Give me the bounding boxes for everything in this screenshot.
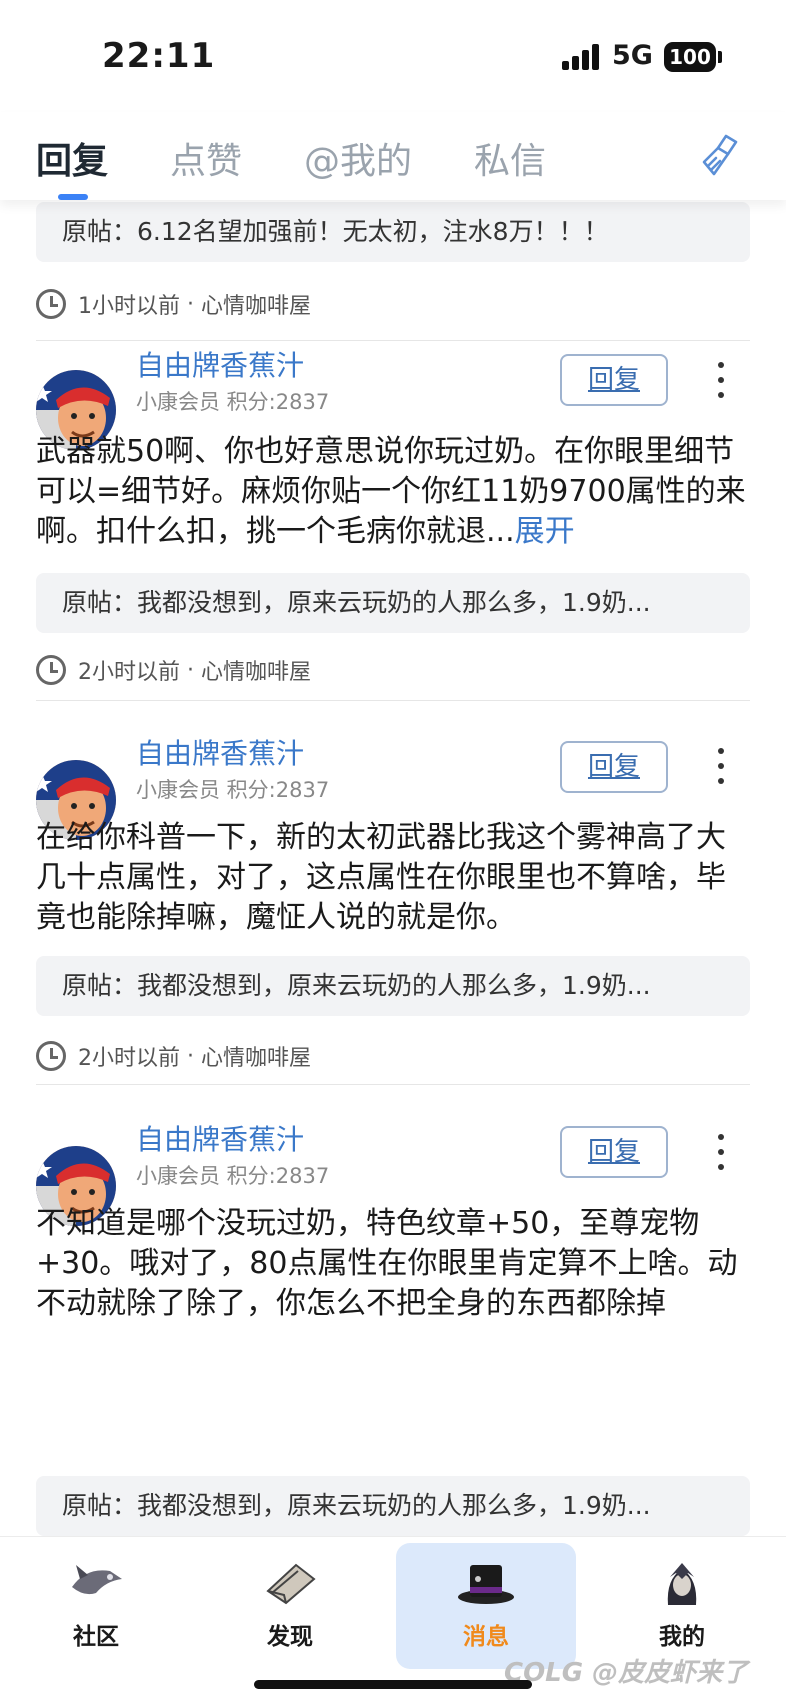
nav-community[interactable]: 社区 [6,1543,186,1669]
forum-name[interactable]: 心情咖啡屋 [201,1040,311,1072]
battery-icon: 100 [664,42,716,72]
profile-icon [667,1563,697,1605]
message-icon [458,1565,514,1604]
comment-text[interactable]: 不知道是哪个没玩过奶，特色纹章+50，至尊宠物+30。哦对了，80点属性在你眼里… [36,1204,750,1324]
forum-name[interactable]: 心情咖啡屋 [201,654,311,686]
expand-link[interactable]: 展开 [515,514,575,549]
reply-time: 2小时以前 [78,660,180,685]
network-type: 5G [612,40,653,71]
status-bar: 22:11 5G 100 [0,0,786,112]
forum-name[interactable]: 心情咖啡屋 [201,288,311,320]
tab-private-messages[interactable]: 私信 [474,132,546,184]
divider [36,340,750,341]
more-options-icon[interactable] [714,746,728,786]
reply-button[interactable]: 回复 [560,1126,668,1178]
nav-label: 发现 [267,1624,313,1650]
nav-messages[interactable]: 消息 [396,1543,576,1669]
meta-separator: · [180,291,201,317]
reply-meta: 2小时以前 · 心情咖啡屋 [36,650,311,690]
username-link[interactable]: 自由牌香蕉汁 [136,344,304,384]
tab-header: 回复 点赞 @我的 私信 [0,112,786,200]
home-indicator[interactable] [254,1680,532,1689]
meta-separator: · [180,657,201,683]
reply-feed[interactable]: 原帖：6.12名望加强前！无太初，注水8万！！！ 1小时以前 · 心情咖啡屋 自… [0,200,786,1536]
community-icon [72,1565,122,1595]
more-options-icon[interactable] [714,1132,728,1172]
tab-mentions[interactable]: @我的 [304,132,412,184]
clock-icon [36,655,66,685]
reply-time: 1小时以前 [78,294,180,319]
reply-button[interactable]: 回复 [560,741,668,793]
user-level: 小康会员 积分:2837 [136,1164,330,1188]
username-link[interactable]: 自由牌香蕉汁 [136,1118,304,1158]
divider [36,700,750,701]
battery-tip [718,51,722,63]
comment-text[interactable]: 在给你科普一下，新的太初武器比我这个雾神高了大几十点属性，对了，这点属性在你眼里… [36,818,750,938]
clock-icon [36,1041,66,1071]
tab-reply[interactable]: 回复 [36,132,108,184]
username-link[interactable]: 自由牌香蕉汁 [136,732,304,772]
nav-profile[interactable]: 我的 [592,1543,772,1669]
original-post-link[interactable]: 原帖：6.12名望加强前！无太初，注水8万！！！ [36,202,750,262]
meta-separator: · [180,1043,201,1069]
tab-likes[interactable]: 点赞 [170,132,242,184]
nav-label: 社区 [73,1624,119,1650]
nav-label: 消息 [463,1624,509,1650]
nav-discover[interactable]: 发现 [200,1543,380,1669]
user-level: 小康会员 积分:2837 [136,390,330,414]
original-post-link[interactable]: 原帖：我都没想到，原来云玩奶的人那么多，1.9奶... [36,1476,750,1536]
more-options-icon[interactable] [714,360,728,400]
reply-time: 2小时以前 [78,1046,180,1071]
discover-icon [266,1563,316,1605]
comment-body: 武器就50啊、你也好意思说你玩过奶。在你眼里细节可以=细节好。麻烦你贴一个你红1… [36,434,746,549]
nav-label: 我的 [659,1624,705,1650]
clock-icon [36,289,66,319]
divider [36,1084,750,1085]
original-post-link[interactable]: 原帖：我都没想到，原来云玩奶的人那么多，1.9奶... [36,956,750,1016]
tab-active-indicator [58,194,88,200]
status-time: 22:11 [102,36,216,76]
reply-meta: 1小时以前 · 心情咖啡屋 [36,284,311,324]
signal-icon [562,44,602,70]
user-level: 小康会员 积分:2837 [136,778,330,802]
reply-meta: 2小时以前 · 心情咖啡屋 [36,1036,311,1076]
watermark: COLG @皮皮虾来了 [504,1658,749,1688]
reply-button[interactable]: 回复 [560,354,668,406]
original-post-link[interactable]: 原帖：我都没想到，原来云玩奶的人那么多，1.9奶... [36,573,750,633]
broom-icon[interactable] [696,132,742,178]
comment-text[interactable]: 武器就50啊、你也好意思说你玩过奶。在你眼里细节可以=细节好。麻烦你贴一个你红1… [36,432,750,552]
